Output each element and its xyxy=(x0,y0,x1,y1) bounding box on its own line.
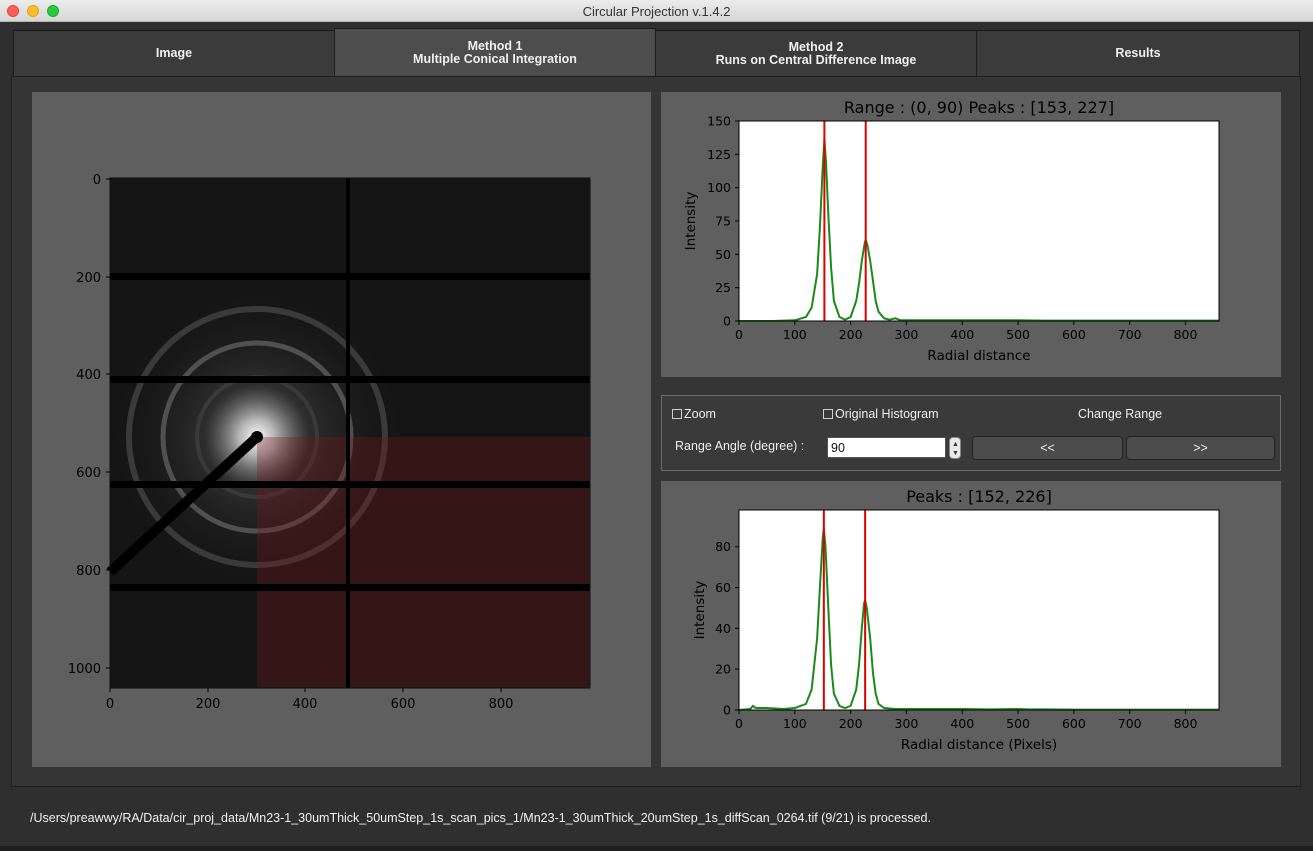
original-histogram-label: Original Histogram xyxy=(835,407,939,421)
image-x-tick-label: 200 xyxy=(196,697,221,712)
tab-bar: Image Method 1 Multiple Conical Integrat… xyxy=(13,28,1300,77)
projection-chart-1[interactable]: Range : (0, 90) Peaks : [153, 227] 0 100 20… xyxy=(661,92,1281,377)
plot-area xyxy=(739,510,1219,710)
tab-method-1[interactable]: Method 1 Multiple Conical Integration xyxy=(334,28,656,77)
y-axis-label: Intensity xyxy=(692,581,708,640)
projection-plot-panel-2: Peaks : [152, 226] 0 100 200 300 400 500 600 700… xyxy=(661,481,1281,767)
x-axis-label: Radial distance (Pixels) xyxy=(901,737,1057,753)
plot-area xyxy=(739,121,1219,321)
chart-title: Range : (0, 90) Peaks : [153, 227] xyxy=(844,98,1114,117)
image-y-axis: 0 200 400 600 800 1000 xyxy=(68,173,110,677)
tab-image-label: Image xyxy=(155,46,193,60)
x-tick-label: 600 xyxy=(1062,716,1086,731)
title-bar: Circular Projection v.1.4.2 xyxy=(0,0,1313,22)
y-tick-label: 150 xyxy=(707,114,731,129)
image-y-tick-label: 200 xyxy=(76,271,101,286)
chart-title: Peaks : [152, 226] xyxy=(906,487,1052,506)
image-y-tick-label: 1000 xyxy=(68,662,101,677)
selected-range-overlay xyxy=(257,437,590,688)
y-tick-label: 40 xyxy=(715,621,731,636)
x-tick-label: 700 xyxy=(1118,327,1142,342)
stepper-up-icon[interactable]: ▲ xyxy=(952,441,959,448)
tab-method-2-label: Method 2 xyxy=(788,39,844,54)
zoom-checkbox-label: Zoom xyxy=(684,407,716,421)
y-tick-label: 125 xyxy=(707,147,731,162)
x-tick-label: 500 xyxy=(1006,327,1030,342)
zoom-checkbox[interactable]: Zoom xyxy=(672,407,716,421)
image-panel: 0 200 400 600 800 0 200 400 600 800 1000 xyxy=(32,92,651,767)
range-angle-stepper[interactable]: ▲ ▼ xyxy=(949,437,961,459)
x-tick-label: 700 xyxy=(1118,716,1142,731)
stepper-down-icon[interactable]: ▼ xyxy=(952,450,959,457)
y-tick-label: 60 xyxy=(715,580,731,595)
zoom-checkbox-box[interactable] xyxy=(672,409,682,419)
y-tick-label: 75 xyxy=(715,214,731,229)
image-x-tick-label: 400 xyxy=(293,697,318,712)
diffraction-image-canvas[interactable]: 0 200 400 600 800 0 200 400 600 800 1000 xyxy=(32,92,651,767)
x-tick-label: 100 xyxy=(783,327,807,342)
x-tick-label: 800 xyxy=(1174,327,1198,342)
tab-method-2-sublabel: Runs on Central Difference Image xyxy=(715,52,917,67)
app-window: Circular Projection v.1.4.2 Image Method… xyxy=(0,0,1313,851)
previous-range-button[interactable]: << xyxy=(972,436,1123,460)
x-tick-label: 500 xyxy=(1006,716,1030,731)
status-message: /Users/preawwy/RA/Data/cir_proj_data/Mn2… xyxy=(30,811,931,825)
x-tick-label: 800 xyxy=(1174,716,1198,731)
x-tick-label: 0 xyxy=(735,716,743,731)
range-angle-input[interactable] xyxy=(827,437,946,458)
window-title: Circular Projection v.1.4.2 xyxy=(582,4,731,19)
change-range-label: Change Range xyxy=(1078,407,1163,421)
y-tick-label: 50 xyxy=(715,247,731,262)
y-tick-label: 80 xyxy=(715,539,731,554)
window-bottom-edge xyxy=(0,846,1313,851)
x-tick-label: 200 xyxy=(839,327,863,342)
x-axis-label: Radial distance xyxy=(927,348,1030,364)
image-y-tick-label: 400 xyxy=(76,368,101,383)
detector-gap xyxy=(346,178,350,688)
x-tick-label: 0 xyxy=(735,327,743,342)
tab-method-1-sublabel: Multiple Conical Integration xyxy=(413,51,577,66)
original-histogram-checkbox[interactable]: Original Histogram xyxy=(823,407,939,421)
x-tick-label: 200 xyxy=(839,716,863,731)
projection-chart-2[interactable]: Peaks : [152, 226]0 100 200 300 400 500 600 700… xyxy=(661,481,1281,767)
image-x-tick-label: 800 xyxy=(489,697,514,712)
x-tick-label: 300 xyxy=(895,716,919,731)
image-y-tick-label: 600 xyxy=(76,466,101,481)
tab-image[interactable]: Image xyxy=(13,30,335,77)
y-axis-label: Intensity xyxy=(683,192,699,251)
original-histogram-checkbox-box[interactable] xyxy=(823,409,833,419)
y-tick-label: 25 xyxy=(715,280,731,295)
x-tick-label: 100 xyxy=(783,716,807,731)
image-x-axis: 0 200 400 600 800 xyxy=(106,688,514,712)
tab-results[interactable]: Results xyxy=(976,30,1300,77)
y-tick-label: 0 xyxy=(723,703,731,718)
x-tick-label: 600 xyxy=(1062,327,1086,342)
beam-stop xyxy=(251,431,263,443)
image-y-tick-label: 800 xyxy=(76,564,101,579)
y-tick-label: 0 xyxy=(723,314,731,329)
tab-method-1-label: Method 1 xyxy=(467,38,523,53)
tab-results-label: Results xyxy=(1115,46,1161,60)
projection-plot-panel-1: Range : (0, 90) Peaks : [153, 227] 0 100 20… xyxy=(661,92,1281,377)
x-tick-label: 400 xyxy=(950,716,974,731)
x-tick-label: 400 xyxy=(950,327,974,342)
y-tick-label: 100 xyxy=(707,180,731,195)
image-y-tick-label: 0 xyxy=(93,173,101,188)
range-angle-label: Range Angle (degree) : xyxy=(675,439,805,453)
tab-method-2[interactable]: Method 2 Runs on Central Difference Imag… xyxy=(655,30,977,77)
x-tick-label: 300 xyxy=(895,327,919,342)
image-x-tick-label: 0 xyxy=(106,697,114,712)
image-x-tick-label: 600 xyxy=(391,697,416,712)
next-range-button[interactable]: >> xyxy=(1126,436,1275,460)
range-controls: Zoom Original Histogram Change Range Ran… xyxy=(661,395,1281,471)
y-tick-label: 20 xyxy=(715,662,731,677)
